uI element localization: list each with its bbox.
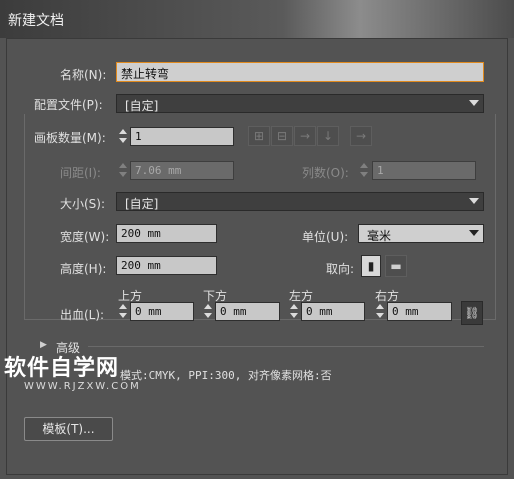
arrange-by-column-icon[interactable]: ↓: [317, 126, 339, 146]
stepper-up-icon[interactable]: [290, 304, 298, 309]
bleed-top-input[interactable]: 0 mm: [130, 302, 194, 321]
grid-by-column-icon[interactable]: ⊟: [271, 126, 293, 146]
columns-label: 列数(O):: [302, 166, 349, 180]
advanced-divider: [88, 346, 484, 347]
orientation-label: 取向:: [326, 262, 355, 276]
advanced-summary: 模式:CMYK, PPI:300, 对齐像素网格:否: [120, 369, 332, 382]
columns-stepper: [358, 161, 371, 180]
watermark: 软件自学网 WWW.RJZXW.COM: [4, 356, 141, 393]
artboards-count-stepper[interactable]: [117, 127, 130, 146]
disclosure-triangle-icon[interactable]: ▶: [40, 340, 47, 350]
profile-dropdown[interactable]: [自定]: [116, 94, 484, 113]
portrait-orientation-icon[interactable]: ▮: [361, 255, 381, 277]
artboards-count-input[interactable]: 1: [130, 127, 234, 146]
units-value: 毫米: [367, 229, 392, 243]
stepper-up-icon: [360, 163, 368, 168]
title-bar[interactable]: 新建文档: [0, 0, 514, 38]
bleed-right-stepper[interactable]: [374, 302, 387, 321]
width-input[interactable]: 200 mm: [116, 224, 217, 243]
stepper-up-icon: [119, 163, 127, 168]
templates-button[interactable]: 模板(T)...: [24, 417, 113, 441]
stepper-down-icon[interactable]: [204, 313, 212, 318]
stepper-down-icon[interactable]: [290, 313, 298, 318]
columns-input: 1: [372, 161, 476, 180]
stepper-down-icon[interactable]: [376, 313, 384, 318]
height-input[interactable]: 200 mm: [116, 256, 217, 275]
arrange-by-row-icon[interactable]: →: [294, 126, 316, 146]
link-bleed-icon[interactable]: ⛓: [461, 301, 483, 325]
bleed-left-input[interactable]: 0 mm: [301, 302, 365, 321]
profile-label: 配置文件(P):: [34, 98, 103, 112]
dialog-title: 新建文档: [8, 13, 64, 29]
new-document-dialog: 新建文档 名称(N): 禁止转弯 配置文件(P): [自定] 画板数量(M): …: [0, 0, 514, 479]
size-dropdown[interactable]: [自定]: [116, 192, 484, 211]
advanced-toggle[interactable]: 高级: [56, 339, 80, 356]
grid-by-row-icon[interactable]: ⊞: [248, 126, 270, 146]
units-label: 单位(U):: [302, 230, 349, 244]
size-value: [自定]: [125, 197, 159, 211]
stepper-down-icon: [119, 172, 127, 177]
watermark-text: 软件自学网: [4, 356, 120, 381]
stepper-down-icon[interactable]: [119, 313, 127, 318]
size-label: 大小(S):: [60, 197, 106, 211]
units-dropdown[interactable]: 毫米: [358, 224, 484, 243]
landscape-orientation-icon[interactable]: ▬: [385, 255, 407, 277]
spacing-stepper: [117, 161, 130, 180]
artboards-count-label: 画板数量(M):: [34, 131, 106, 145]
chevron-down-icon: [469, 198, 479, 204]
stepper-up-icon[interactable]: [376, 304, 384, 309]
spacing-input: 7.06 mm: [130, 161, 234, 180]
watermark-url: WWW.RJZXW.COM: [24, 381, 141, 392]
right-to-left-icon[interactable]: →: [350, 126, 372, 146]
bleed-left-stepper[interactable]: [288, 302, 301, 321]
width-label: 宽度(W):: [60, 230, 110, 244]
stepper-up-icon[interactable]: [204, 304, 212, 309]
name-label: 名称(N):: [60, 68, 107, 82]
spacing-label: 间距(I):: [60, 166, 101, 180]
chevron-down-icon: [469, 100, 479, 106]
name-input[interactable]: 禁止转弯: [116, 62, 484, 82]
stepper-up-icon[interactable]: [119, 304, 127, 309]
bleed-right-input[interactable]: 0 mm: [387, 302, 452, 321]
height-label: 高度(H):: [60, 262, 107, 276]
profile-value: [自定]: [125, 99, 159, 113]
bleed-label: 出血(L):: [60, 308, 105, 322]
bleed-bottom-stepper[interactable]: [202, 302, 215, 321]
chevron-down-icon: [469, 230, 479, 236]
stepper-down-icon[interactable]: [119, 138, 127, 143]
stepper-down-icon: [360, 172, 368, 177]
bleed-bottom-input[interactable]: 0 mm: [215, 302, 280, 321]
bleed-top-stepper[interactable]: [117, 302, 130, 321]
stepper-up-icon[interactable]: [119, 129, 127, 134]
